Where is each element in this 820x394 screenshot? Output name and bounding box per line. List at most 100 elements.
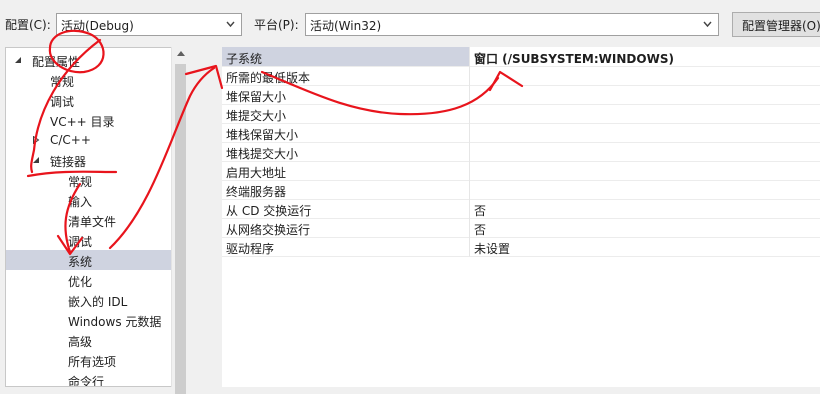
tree-item-label: 调试 bbox=[50, 95, 75, 109]
property-value-cell[interactable] bbox=[470, 66, 820, 86]
property-value-cell[interactable] bbox=[470, 142, 820, 162]
property-row[interactable]: 启用大地址 bbox=[222, 161, 820, 181]
property-name: 堆保留大小 bbox=[226, 90, 287, 104]
grid-gutter bbox=[202, 47, 222, 387]
property-grid: 子系统 窗口 (/SUBSYSTEM:WINDOWS) 所需的最低版本 堆保留大小堆提… bbox=[202, 47, 820, 387]
property-value-cell[interactable]: 否 bbox=[470, 199, 820, 219]
tree-item-label: 配置属性 bbox=[32, 55, 81, 69]
property-name-cell: 从 CD 交换运行 bbox=[222, 199, 470, 219]
property-row[interactable]: 终端服务器 bbox=[222, 180, 820, 200]
property-value: 未设置 bbox=[474, 242, 511, 256]
tree-item-label: 命令行 bbox=[68, 375, 105, 387]
property-name: 所需的最低版本 bbox=[226, 71, 311, 85]
property-value-cell[interactable] bbox=[470, 123, 820, 143]
tree-item-label: 链接器 bbox=[50, 155, 87, 169]
tree-item[interactable]: 嵌入的 IDL bbox=[6, 290, 172, 310]
scroll-up-arrow-icon[interactable] bbox=[177, 50, 185, 56]
property-name: 子系统 bbox=[226, 52, 263, 66]
property-name: 驱动程序 bbox=[226, 242, 275, 256]
property-value-cell[interactable]: 未设置 bbox=[470, 237, 820, 257]
property-name: 堆提交大小 bbox=[226, 109, 287, 123]
tree-item-label: 常规 bbox=[68, 175, 93, 189]
property-name-cell: 终端服务器 bbox=[222, 180, 470, 200]
tree-item[interactable]: 命令行 bbox=[6, 370, 172, 387]
property-row[interactable]: 堆栈保留大小 bbox=[222, 123, 820, 143]
property-name: 终端服务器 bbox=[226, 185, 287, 199]
property-name: 从 CD 交换运行 bbox=[226, 204, 312, 218]
platform-label: 平台(P): bbox=[254, 18, 299, 32]
tree-item[interactable]: 调试 bbox=[6, 90, 172, 110]
tree-item[interactable]: 优化 bbox=[6, 270, 172, 290]
property-row[interactable]: 堆提交大小 bbox=[222, 104, 820, 124]
property-row[interactable]: 所需的最低版本 bbox=[222, 66, 820, 86]
tree-item[interactable]: 常规 bbox=[6, 170, 172, 190]
tree-item-label: 常规 bbox=[50, 75, 75, 89]
property-value: 窗口 (/SUBSYSTEM:WINDOWS) bbox=[474, 52, 674, 66]
property-name-cell: 启用大地址 bbox=[222, 161, 470, 181]
tree-item[interactable]: 清单文件 bbox=[6, 210, 172, 230]
property-value-cell[interactable]: 否 bbox=[470, 218, 820, 238]
tree-item[interactable]: 链接器 bbox=[6, 150, 172, 170]
tree-item-label: 嵌入的 IDL bbox=[68, 295, 128, 309]
triangle-expanded-icon[interactable] bbox=[32, 156, 40, 164]
config-dropdown-value: 活动(Debug) bbox=[61, 19, 134, 33]
property-value: 否 bbox=[474, 223, 487, 237]
tree-item-selected[interactable]: 系统 bbox=[6, 250, 172, 270]
chevron-down-icon bbox=[226, 21, 235, 28]
property-value-cell[interactable]: 窗口 (/SUBSYSTEM:WINDOWS) bbox=[470, 47, 820, 67]
property-row[interactable]: 从 CD 交换运行 否 bbox=[222, 199, 820, 219]
property-name: 启用大地址 bbox=[226, 166, 287, 180]
tree-item-label: 优化 bbox=[68, 275, 93, 289]
property-name-cell: 子系统 bbox=[222, 47, 470, 67]
tree-item-label: 输入 bbox=[68, 195, 93, 209]
tree-item[interactable]: 配置属性 bbox=[6, 50, 172, 70]
property-value: 否 bbox=[474, 204, 487, 218]
tree-item[interactable]: 常规 bbox=[6, 70, 172, 90]
tree-item-label: 高级 bbox=[68, 335, 93, 349]
property-value-cell[interactable] bbox=[470, 85, 820, 105]
property-tree: 配置属性 常规 调试 VC++ 目录 C/C++ 链接器 常规 输入 清单文件 调试 系统 优化 嵌入的… bbox=[5, 47, 189, 387]
property-value-cell[interactable] bbox=[470, 161, 820, 181]
property-row[interactable]: 从网络交换运行 否 bbox=[222, 218, 820, 238]
property-name-cell: 堆保留大小 bbox=[222, 85, 470, 105]
property-name-cell: 堆提交大小 bbox=[222, 104, 470, 124]
property-name: 从网络交换运行 bbox=[226, 223, 311, 237]
tree-item-label: 调试 bbox=[68, 235, 93, 249]
config-manager-button[interactable]: 配置管理器(O) bbox=[732, 12, 820, 37]
property-name-cell: 堆栈保留大小 bbox=[222, 123, 470, 143]
property-row[interactable]: 堆保留大小 bbox=[222, 85, 820, 105]
tree-item-label: VC++ 目录 bbox=[50, 115, 115, 129]
property-name: 堆栈提交大小 bbox=[226, 147, 299, 161]
tree-item-label: Windows 元数据 bbox=[68, 315, 162, 329]
tree-item[interactable]: Windows 元数据 bbox=[6, 310, 172, 330]
scrollbar-thumb[interactable] bbox=[175, 64, 186, 394]
config-label: 配置(C): bbox=[5, 18, 51, 32]
tree-item[interactable]: 输入 bbox=[6, 190, 172, 210]
property-name-cell: 从网络交换运行 bbox=[222, 218, 470, 238]
property-value-cell[interactable] bbox=[470, 104, 820, 124]
tree-scrollbar[interactable] bbox=[171, 47, 189, 394]
property-row-selected[interactable]: 子系统 窗口 (/SUBSYSTEM:WINDOWS) bbox=[222, 47, 820, 67]
property-name: 堆栈保留大小 bbox=[226, 128, 299, 142]
tree-item[interactable]: 所有选项 bbox=[6, 350, 172, 370]
property-row[interactable]: 堆栈提交大小 bbox=[222, 142, 820, 162]
tree-item[interactable]: C/C++ bbox=[6, 130, 172, 150]
tree-item-label: 清单文件 bbox=[68, 215, 117, 229]
triangle-expanded-icon[interactable] bbox=[14, 56, 22, 64]
triangle-collapsed-icon[interactable] bbox=[32, 136, 40, 144]
chevron-down-icon bbox=[703, 21, 712, 28]
tree-item-label: C/C++ bbox=[50, 133, 91, 147]
property-value-cell[interactable] bbox=[470, 180, 820, 200]
config-manager-button-label: 配置管理器(O) bbox=[742, 19, 820, 33]
property-name-cell: 堆栈提交大小 bbox=[222, 142, 470, 162]
platform-dropdown-value: 活动(Win32) bbox=[310, 19, 382, 33]
tree-item[interactable]: VC++ 目录 bbox=[6, 110, 172, 130]
tree-item[interactable]: 高级 bbox=[6, 330, 172, 350]
property-row[interactable]: 驱动程序 未设置 bbox=[222, 237, 820, 257]
platform-dropdown[interactable]: 活动(Win32) bbox=[305, 13, 719, 36]
tree-item[interactable]: 调试 bbox=[6, 230, 172, 250]
property-name-cell: 所需的最低版本 bbox=[222, 66, 470, 86]
config-dropdown[interactable]: 活动(Debug) bbox=[56, 13, 242, 36]
property-name-cell: 驱动程序 bbox=[222, 237, 470, 257]
tree-item-label: 系统 bbox=[68, 255, 93, 269]
